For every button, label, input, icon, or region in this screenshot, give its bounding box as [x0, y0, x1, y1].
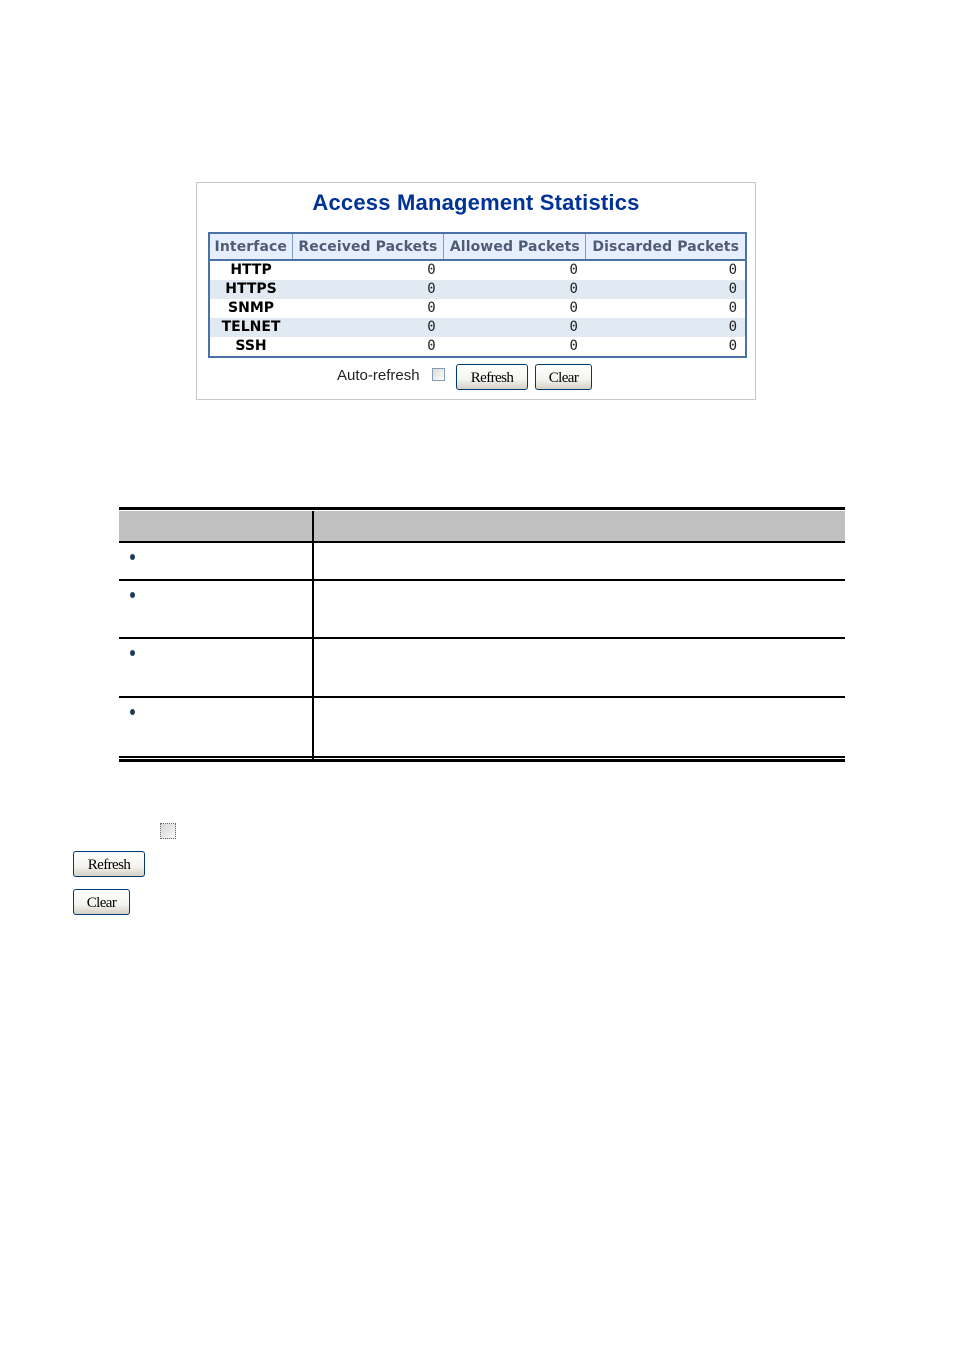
discarded-packets-cell: 0 — [728, 262, 737, 278]
clear-button[interactable]: Clear — [535, 364, 592, 390]
received-packets-cell: 0 — [427, 338, 436, 354]
interface-cell: HTTP — [230, 262, 272, 278]
table-header-row: Interface Received Packets Allowed Packe… — [208, 232, 747, 261]
auto-refresh-label: Auto-refresh — [337, 367, 420, 384]
controls-bar: Auto-refresh Refresh Clear — [197, 363, 755, 393]
allowed-packets-cell: 0 — [443, 280, 586, 299]
table-row: HTTP 0 0 0 — [209, 260, 746, 280]
table-header — [119, 511, 845, 543]
parameter-description-table — [119, 507, 845, 762]
discarded-packets-cell: 0 — [728, 338, 737, 354]
parameter-row — [119, 698, 845, 756]
interface-cell: SSH — [235, 338, 267, 354]
access-management-statistics-panel: Access Management Statistics Interface R… — [196, 182, 756, 400]
allowed-packets-cell: 0 — [443, 318, 586, 337]
received-packets-cell: 0 — [427, 262, 436, 278]
allowed-packets-cell: 0 — [569, 338, 578, 354]
received-packets-cell: 0 — [292, 318, 444, 337]
column-header-received-packets: Received Packets — [291, 232, 445, 261]
bullet-icon — [130, 709, 135, 715]
interface-cell: TELNET — [209, 318, 293, 337]
table-row: SSH 0 0 0 — [209, 337, 746, 357]
discarded-packets-cell: 0 — [585, 318, 746, 337]
statistics-table: Interface Received Packets Allowed Packe… — [208, 232, 747, 358]
refresh-button[interactable]: Refresh — [456, 364, 528, 390]
parameter-row — [119, 543, 845, 581]
column-header-discarded-packets: Discarded Packets — [585, 232, 747, 261]
table-row: TELNET 0 0 0 — [209, 318, 746, 337]
auto-refresh-checkbox-sample[interactable] — [160, 823, 176, 839]
allowed-packets-cell: 0 — [569, 300, 578, 316]
auto-refresh-checkbox[interactable] — [432, 368, 445, 381]
clear-button-sample[interactable]: Clear — [73, 889, 130, 915]
table-row: HTTPS 0 0 0 — [209, 280, 746, 299]
refresh-button-sample[interactable]: Refresh — [73, 851, 145, 877]
bullet-icon — [130, 650, 135, 656]
discarded-packets-cell: 0 — [728, 300, 737, 316]
received-packets-cell: 0 — [427, 300, 436, 316]
parameter-row — [119, 639, 845, 698]
interface-cell: SNMP — [228, 300, 275, 316]
bullet-icon — [130, 592, 135, 598]
bullet-icon — [130, 554, 135, 560]
parameter-row — [119, 581, 845, 639]
allowed-packets-cell: 0 — [569, 262, 578, 278]
table-row: SNMP 0 0 0 — [209, 299, 746, 318]
page-title: Access Management Statistics — [312, 190, 640, 215]
interface-cell: HTTPS — [209, 280, 293, 299]
discarded-packets-cell: 0 — [585, 280, 746, 299]
table-top-rule — [119, 507, 845, 510]
received-packets-cell: 0 — [292, 280, 444, 299]
table-bottom-rule — [119, 756, 845, 758]
table-bottom-rule — [119, 759, 845, 762]
column-header-allowed-packets: Allowed Packets — [443, 232, 587, 261]
column-header-interface: Interface — [208, 232, 293, 261]
